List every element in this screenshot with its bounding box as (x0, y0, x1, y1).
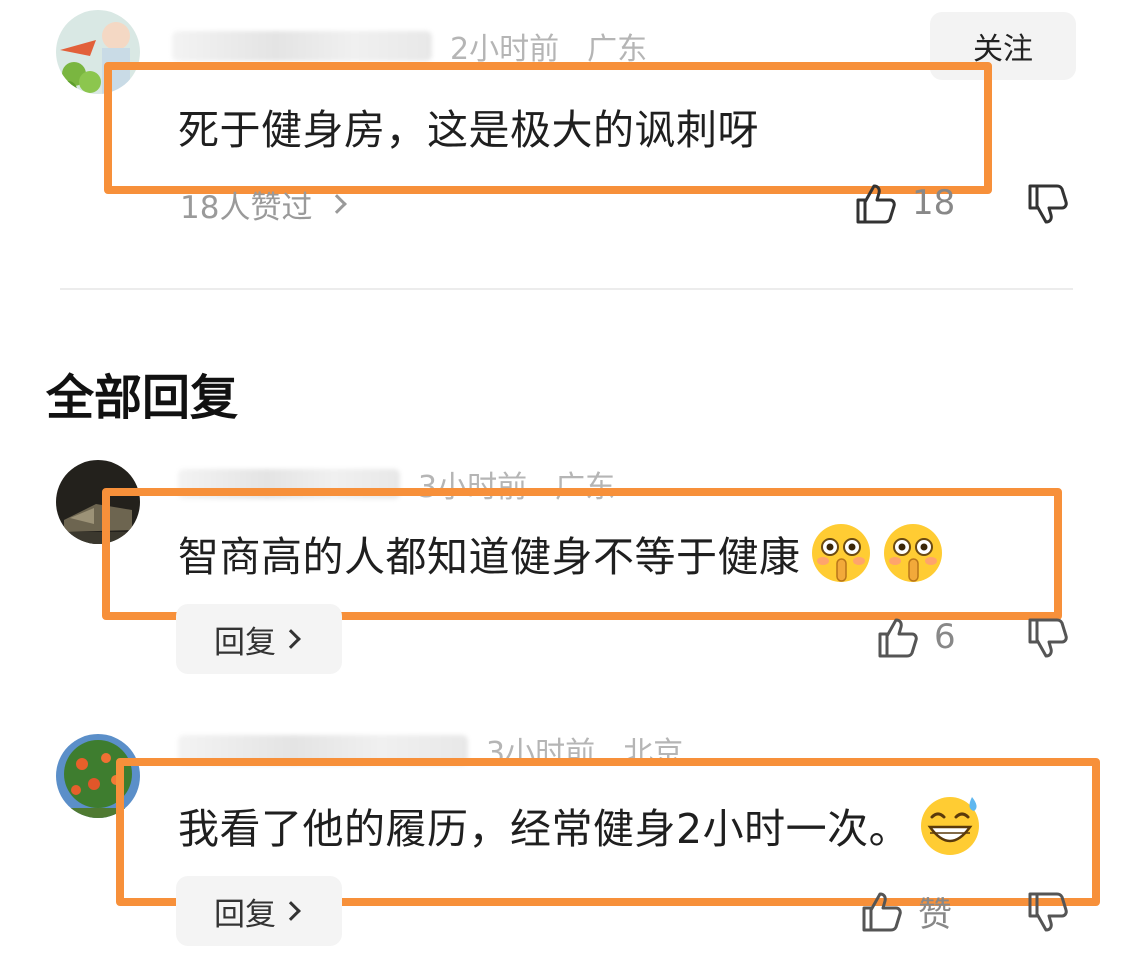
reply-text-content: 智商高的人都知道健身不等于健康 (178, 533, 801, 581)
reply-location: 北京 (623, 736, 684, 771)
likes-link-label: 18人赞过 (180, 189, 313, 226)
grinning-sweat-emoji (918, 793, 982, 857)
follow-button[interactable]: 关注 (930, 12, 1076, 80)
reply-button-label: 回复 (214, 624, 276, 661)
likes-link[interactable]: 18人赞过 (180, 184, 348, 226)
username-blurred (172, 31, 432, 61)
like-label: 赞 (918, 894, 952, 935)
chevron-right-icon (281, 629, 301, 649)
comment-time: 2小时前 (450, 32, 560, 67)
reply-button[interactable]: 回复 (176, 604, 342, 674)
avatar[interactable] (56, 734, 140, 818)
avatar-image (56, 734, 140, 818)
avatar-image (56, 460, 140, 544)
avatar-image (56, 10, 140, 94)
username-blurred (178, 469, 400, 499)
finger-on-lips-emoji (881, 521, 945, 585)
username-blurred (178, 735, 468, 765)
thumbs-up-icon[interactable] (852, 180, 898, 226)
reply-meta: 3小时前 广东 (178, 464, 616, 505)
reply-button[interactable]: 回复 (176, 876, 342, 946)
thumbs-up-icon[interactable] (858, 888, 904, 934)
like-group: 6 (874, 612, 956, 662)
thumbs-down-icon[interactable] (1024, 616, 1070, 662)
divider (60, 288, 1073, 290)
avatar[interactable] (56, 10, 140, 94)
reply-button-label: 回复 (214, 896, 276, 933)
like-count: 18 (912, 183, 956, 223)
avatar[interactable] (56, 460, 140, 544)
reply-time: 3小时前 (486, 736, 596, 771)
chevron-right-icon (327, 194, 348, 214)
reply-time: 3小时前 (418, 470, 528, 505)
comment-meta: 2小时前 广东 (172, 26, 648, 67)
thumbs-down-icon[interactable] (1024, 890, 1070, 936)
reply-location: 广东 (555, 470, 616, 505)
like-group: 赞 (858, 886, 952, 936)
thumbs-up-icon[interactable] (874, 614, 920, 660)
like-group: 18 (852, 178, 955, 228)
reply-meta: 3小时前 北京 (178, 730, 684, 771)
section-title: 全部回复 (46, 370, 239, 426)
comment-location: 广东 (587, 32, 648, 67)
like-count: 6 (934, 617, 956, 657)
thumbs-down-icon[interactable] (1024, 182, 1070, 228)
finger-on-lips-emoji (809, 521, 873, 585)
comment-text: 死于健身房，这是极大的讽刺呀 (178, 106, 759, 154)
reply-text-content: 我看了他的履历，经常健身2小时一次。 (178, 805, 911, 853)
reply-text: 智商高的人都知道健身不等于健康 (178, 518, 945, 588)
reply-text: 我看了他的履历，经常健身2小时一次。 (178, 790, 982, 860)
chevron-right-icon (281, 901, 301, 921)
